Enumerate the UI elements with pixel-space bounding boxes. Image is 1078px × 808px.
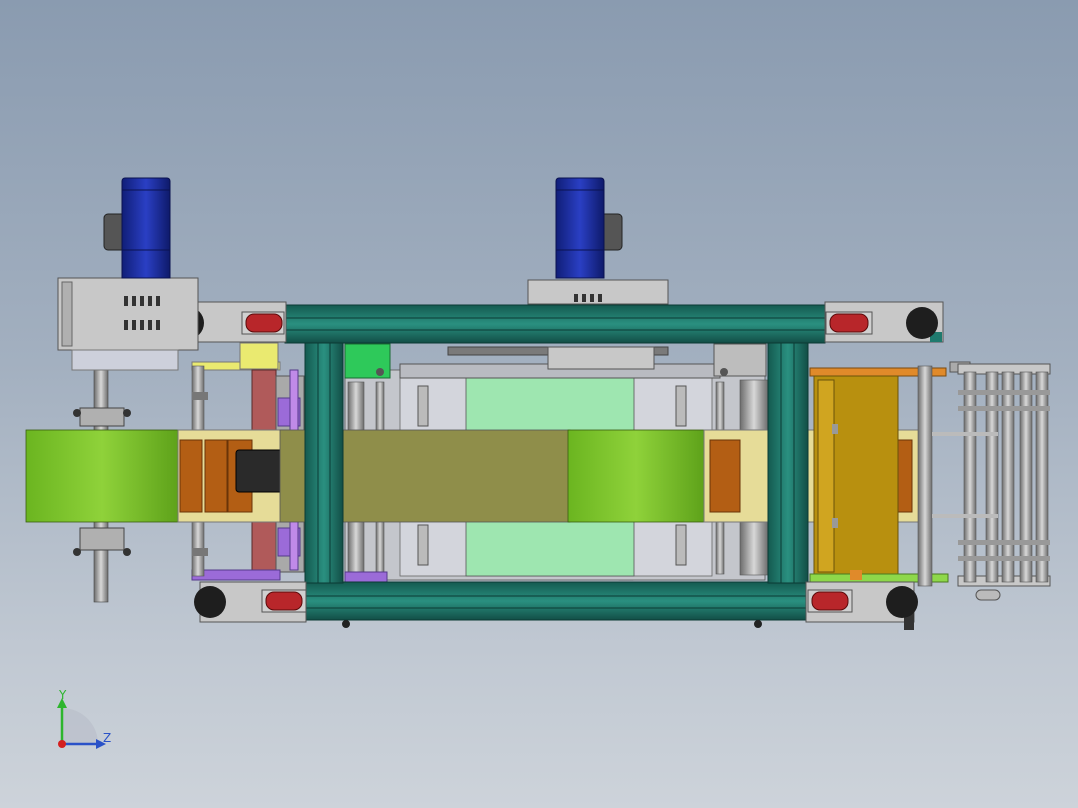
- center-gearbox: [527, 279, 669, 305]
- left-conveyor-belt: [25, 429, 303, 523]
- orientation-triad: [57, 698, 106, 749]
- y-axis-label: Y: [59, 688, 67, 702]
- cad-viewport[interactable]: Y Z: [0, 0, 1078, 808]
- conveyor-assembly-drawing[interactable]: [0, 0, 1078, 808]
- right-roller-outfeed: [917, 361, 1051, 601]
- left-gearbox: [57, 277, 199, 371]
- z-axis-label: Z: [103, 731, 112, 745]
- left-drive-motor: [103, 177, 171, 279]
- center-drive-motor: [555, 177, 623, 279]
